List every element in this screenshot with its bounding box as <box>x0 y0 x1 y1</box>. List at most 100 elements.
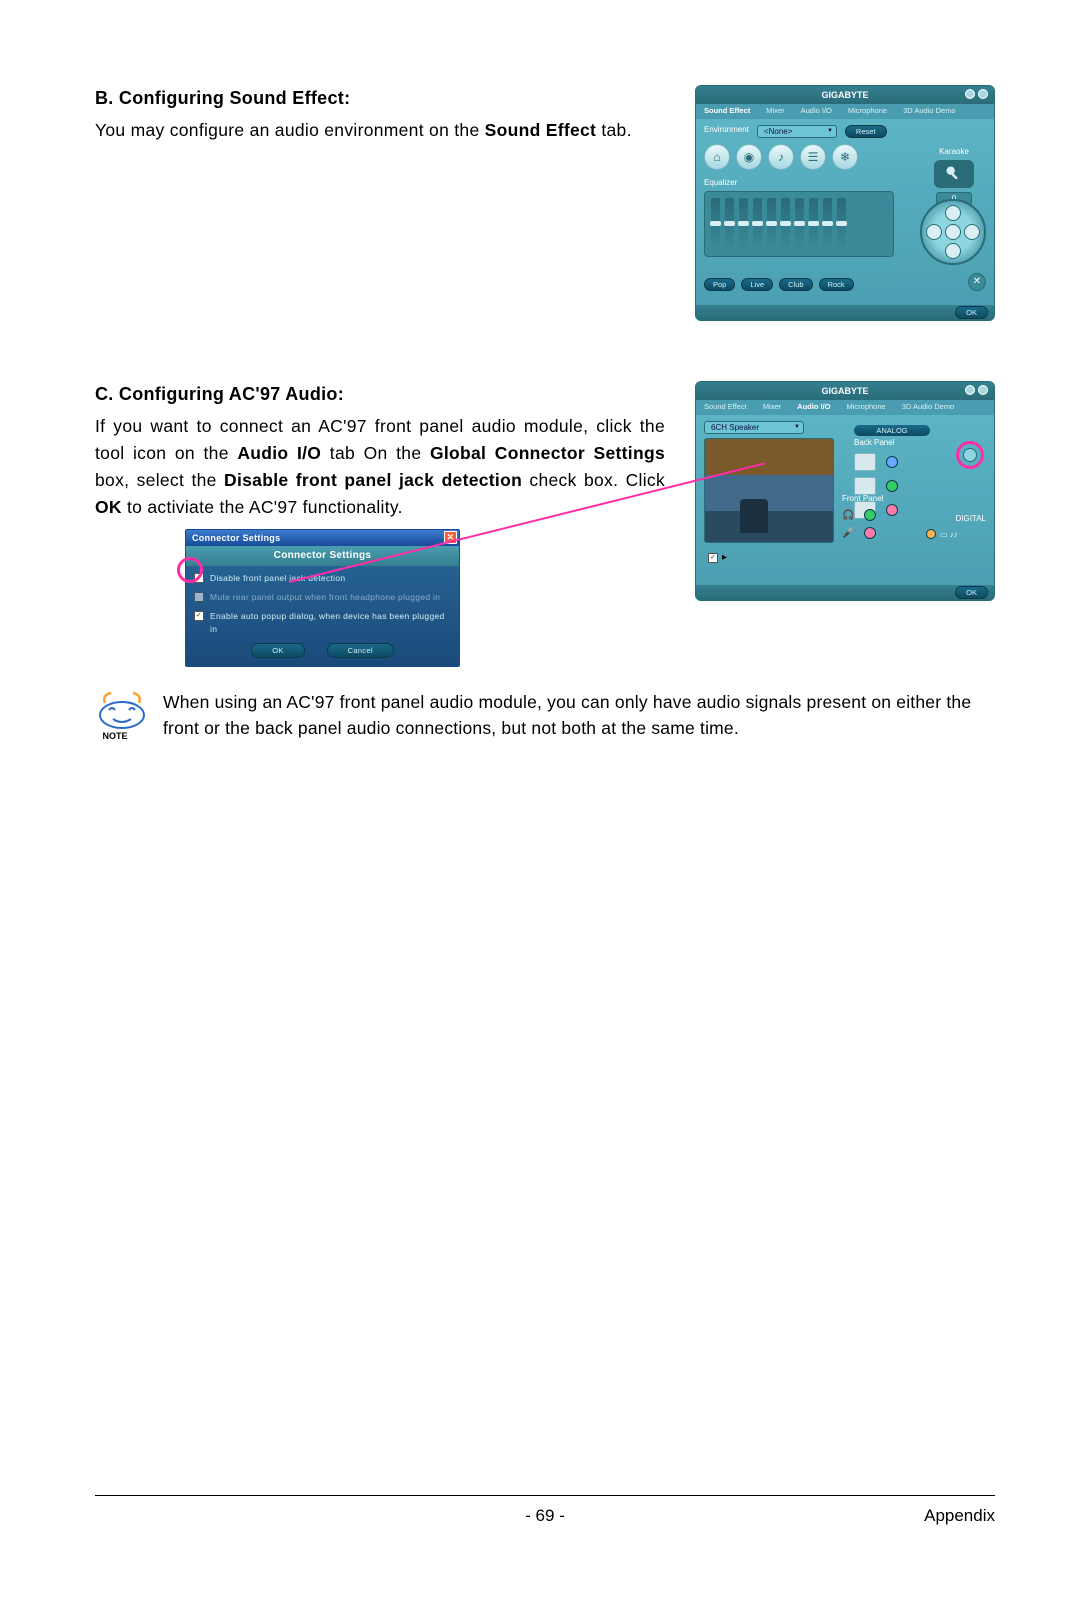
sound-effect-panel: GIGABYTE Sound Effect Mixer Audio I/O Mi… <box>695 85 995 321</box>
preset-button[interactable]: Live <box>741 278 773 291</box>
text: to activiate the AC'97 functionality. <box>122 497 403 517</box>
wheel-close-icon[interactable]: ✕ <box>968 273 986 291</box>
dialog-option[interactable]: Mute rear panel output when front headph… <box>194 591 451 604</box>
preset-button[interactable]: Club <box>779 278 812 291</box>
effect-icon[interactable]: ❄ <box>832 144 858 170</box>
page-number: - 69 - <box>525 1506 565 1526</box>
tab-audio-io[interactable]: Audio I/O <box>793 104 840 119</box>
effect-icon[interactable]: ⌂ <box>704 144 730 170</box>
bold-text: OK <box>95 497 122 517</box>
eq-slider[interactable] <box>767 198 776 250</box>
tab-sound-effect[interactable]: Sound Effect <box>696 400 755 415</box>
digital-dot-icon[interactable] <box>926 529 936 539</box>
room-scene-illustration <box>704 438 834 543</box>
equalizer[interactable] <box>704 191 894 257</box>
page-footer: - 69 - Appendix <box>95 1495 995 1526</box>
environment-label: Environment <box>704 125 749 134</box>
checkbox-icon[interactable] <box>194 592 204 602</box>
ok-button[interactable]: OK <box>955 306 988 319</box>
front-panel-section: Front Panel 🎧 🎤 <box>842 494 918 539</box>
front-panel-label: Front Panel <box>842 494 918 503</box>
jack-dot-icon[interactable] <box>864 509 876 521</box>
panel-brand: GIGABYTE <box>821 386 868 396</box>
option-label: Mute rear panel output when front headph… <box>210 591 440 604</box>
dialog-ok-button[interactable]: OK <box>251 643 304 659</box>
tab-mixer[interactable]: Mixer <box>758 104 792 119</box>
control-wheel[interactable] <box>920 199 986 265</box>
eq-slider[interactable] <box>781 198 790 250</box>
panel-tabs: Sound Effect Mixer Audio I/O Microphone … <box>696 104 994 119</box>
eq-slider[interactable] <box>739 198 748 250</box>
microphone-icon[interactable] <box>934 160 974 188</box>
eq-slider[interactable] <box>809 198 818 250</box>
tab-microphone[interactable]: Microphone <box>840 104 895 119</box>
tab-sound-effect[interactable]: Sound Effect <box>696 104 758 119</box>
mic-icon: 🎤 <box>842 528 854 539</box>
dialog-title: Connector Settings <box>192 533 280 543</box>
jack-row: 🎤 <box>842 527 918 539</box>
eq-slider[interactable] <box>795 198 804 250</box>
jack-dot-icon[interactable] <box>886 480 898 492</box>
eq-slider[interactable] <box>725 198 734 250</box>
tab-audio-io[interactable]: Audio I/O <box>789 400 838 415</box>
note-text: When using an AC'97 front panel audio mo… <box>163 689 995 742</box>
jack-icon <box>854 477 876 495</box>
checkbox-icon[interactable]: ✓ <box>194 611 204 621</box>
tab-3d-audio[interactable]: 3D Audio Demo <box>894 400 963 415</box>
close-icon[interactable] <box>978 89 988 99</box>
digital-section: DIGITAL ▭ ♪♪ <box>926 514 986 539</box>
jack-dot-icon[interactable] <box>886 456 898 468</box>
wheel-down-icon[interactable] <box>945 243 961 259</box>
wheel-left-icon[interactable] <box>926 224 942 240</box>
jack-row <box>854 453 930 471</box>
minimize-icon[interactable] <box>965 385 975 395</box>
eq-slider[interactable] <box>823 198 832 250</box>
environment-dropdown[interactable]: <None> <box>757 125 837 138</box>
window-controls <box>965 89 988 99</box>
wheel-right-icon[interactable] <box>964 224 980 240</box>
panel-brand: GIGABYTE <box>821 90 868 100</box>
note-label: NOTE <box>95 731 135 741</box>
bold-text: Disable front panel jack detection <box>224 470 522 490</box>
bottom-check-icon: ▸ <box>722 552 727 563</box>
ok-button[interactable]: OK <box>955 586 988 599</box>
eq-slider[interactable] <box>711 198 720 250</box>
audio-io-panel: GIGABYTE Sound Effect Mixer Audio I/O Mi… <box>695 381 995 601</box>
text: tab. <box>596 120 632 140</box>
wheel-center-icon[interactable] <box>945 224 961 240</box>
jack-dot-icon[interactable] <box>864 527 876 539</box>
preset-button[interactable]: Pop <box>704 278 735 291</box>
effect-icon[interactable]: ◉ <box>736 144 762 170</box>
speaker-dropdown[interactable]: 6CH Speaker <box>704 421 804 434</box>
environment-row: Environment <None> Reset <box>704 125 986 138</box>
analog-label: ANALOG <box>854 425 930 436</box>
headphone-icon: 🎧 <box>842 510 854 521</box>
eq-slider[interactable] <box>837 198 846 250</box>
highlight-circle-icon <box>956 441 984 469</box>
dialog-titlebar: Connector Settings ✕ <box>186 530 459 546</box>
section-b-paragraph: You may configure an audio environment o… <box>95 117 665 144</box>
panel-titlebar: GIGABYTE <box>696 86 994 104</box>
eq-slider[interactable] <box>753 198 762 250</box>
tool-icon[interactable] <box>963 448 977 462</box>
digital-output-icon: ▭ ♪♪ <box>940 530 958 539</box>
section-c-paragraph: If you want to connect an AC'97 front pa… <box>95 413 665 522</box>
preset-button[interactable]: Rock <box>819 278 854 291</box>
effect-icon[interactable]: ♪ <box>768 144 794 170</box>
tab-microphone[interactable]: Microphone <box>839 400 894 415</box>
reset-button[interactable]: Reset <box>845 125 887 138</box>
effect-icon[interactable]: ☰ <box>800 144 826 170</box>
checkbox-icon[interactable]: ✓ <box>708 553 718 563</box>
dialog-cancel-button[interactable]: Cancel <box>327 643 394 659</box>
bottom-check[interactable]: ✓ ▸ <box>708 552 727 563</box>
panel-footer: OK <box>696 305 994 320</box>
tab-3d-audio[interactable]: 3D Audio Demo <box>895 104 964 119</box>
close-icon[interactable] <box>978 385 988 395</box>
dialog-option[interactable]: ✓ Enable auto popup dialog, when device … <box>194 610 451 636</box>
section-c-heading: C. Configuring AC'97 Audio: <box>95 381 665 409</box>
digital-label: DIGITAL <box>926 514 986 523</box>
tab-mixer[interactable]: Mixer <box>755 400 789 415</box>
minimize-icon[interactable] <box>965 89 975 99</box>
jack-row <box>854 477 930 495</box>
wheel-up-icon[interactable] <box>945 205 961 221</box>
